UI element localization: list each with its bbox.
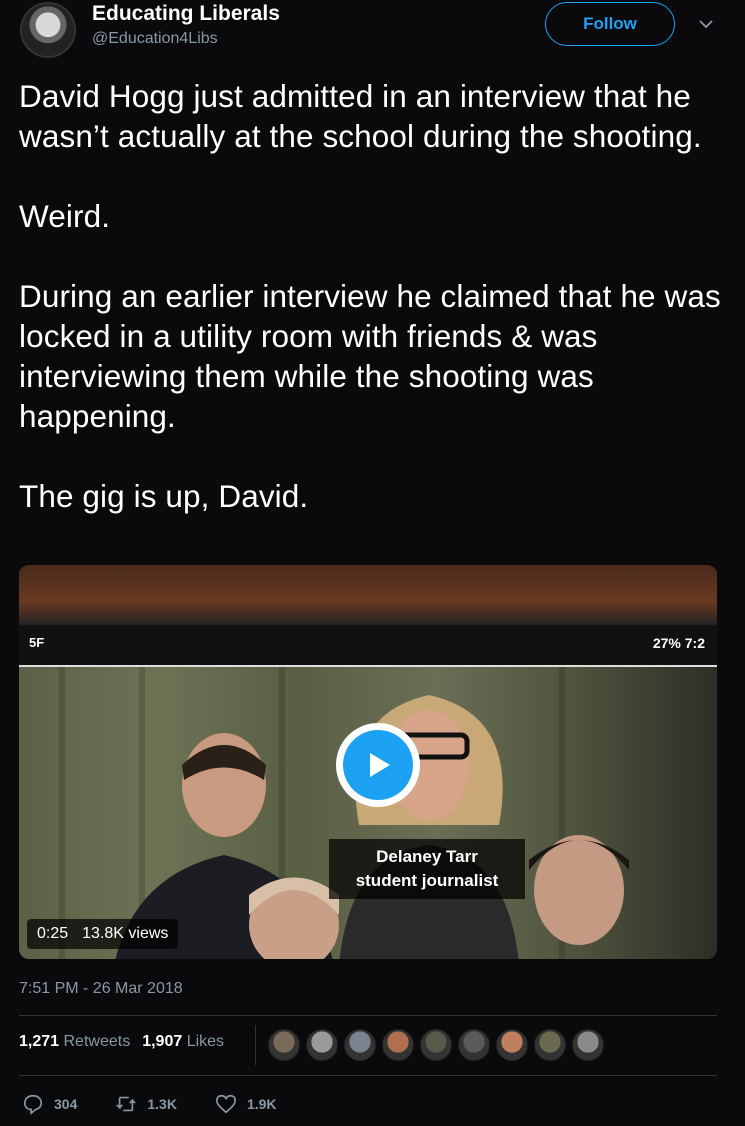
liker-avatars bbox=[268, 1029, 604, 1061]
divider bbox=[255, 1025, 256, 1065]
liker-avatar[interactable] bbox=[496, 1029, 528, 1061]
video-views: 13.8K views bbox=[82, 925, 169, 942]
liker-avatar[interactable] bbox=[268, 1029, 300, 1061]
liker-avatar[interactable] bbox=[534, 1029, 566, 1061]
liker-avatar[interactable] bbox=[344, 1029, 376, 1061]
reply-count: 304 bbox=[54, 1096, 78, 1112]
reply-button[interactable]: 304 bbox=[22, 1093, 77, 1115]
phone-status-bar bbox=[19, 625, 717, 667]
follow-button[interactable]: Follow bbox=[545, 2, 675, 46]
retweet-count: 1.3K bbox=[147, 1096, 177, 1112]
retweet-icon bbox=[116, 1096, 137, 1112]
caption-role: student journalist bbox=[355, 871, 499, 890]
retweet-button[interactable]: 1.3K bbox=[115, 1093, 177, 1115]
caption-name: Delaney Tarr bbox=[376, 847, 478, 866]
liker-avatar[interactable] bbox=[572, 1029, 604, 1061]
tweet-actions: 304 1.3K 1.9K bbox=[22, 1093, 315, 1115]
play-icon bbox=[370, 753, 390, 777]
chevron-down-icon[interactable] bbox=[696, 14, 716, 34]
author-avatar[interactable] bbox=[20, 2, 76, 58]
tweet-header: Educating Liberals @Education4Libs Follo… bbox=[0, 0, 745, 70]
likes-stat[interactable]: 1,907 Likes bbox=[142, 1033, 224, 1051]
reply-icon bbox=[23, 1094, 43, 1115]
video-frame-top bbox=[19, 565, 717, 625]
liker-avatar[interactable] bbox=[420, 1029, 452, 1061]
author-handle[interactable]: @Education4Libs bbox=[92, 30, 218, 48]
engagement-stats: 1,271 Retweets 1,907 Likes bbox=[19, 1033, 224, 1051]
retweets-stat[interactable]: 1,271 Retweets bbox=[19, 1033, 130, 1051]
phone-status-right: 27% 7:2 bbox=[652, 635, 705, 651]
like-count: 1.9K bbox=[246, 1096, 277, 1112]
tweet-timestamp[interactable]: 7:51 PM - 26 Mar 2018 bbox=[19, 980, 183, 998]
video-meta: 0:25 13.8K views bbox=[27, 919, 179, 949]
author-name[interactable]: Educating Liberals bbox=[92, 2, 280, 26]
liker-avatar[interactable] bbox=[306, 1029, 338, 1061]
liker-avatar[interactable] bbox=[458, 1029, 490, 1061]
heart-icon bbox=[215, 1094, 236, 1114]
video-duration: 0:25 bbox=[37, 925, 69, 942]
video-lower-third: Delaney Tarr student journalist bbox=[329, 839, 525, 899]
video-player[interactable]: 5F 27% 7:2 Delaney Tarr student journali… bbox=[19, 565, 717, 959]
like-button[interactable]: 1.9K bbox=[215, 1093, 277, 1115]
divider bbox=[19, 1075, 717, 1076]
tweet-text: David Hogg just admitted in an interview… bbox=[19, 78, 721, 514]
divider bbox=[19, 1015, 717, 1016]
phone-status-left: 5F bbox=[29, 635, 45, 650]
play-button[interactable] bbox=[336, 723, 420, 807]
liker-avatar[interactable] bbox=[382, 1029, 414, 1061]
